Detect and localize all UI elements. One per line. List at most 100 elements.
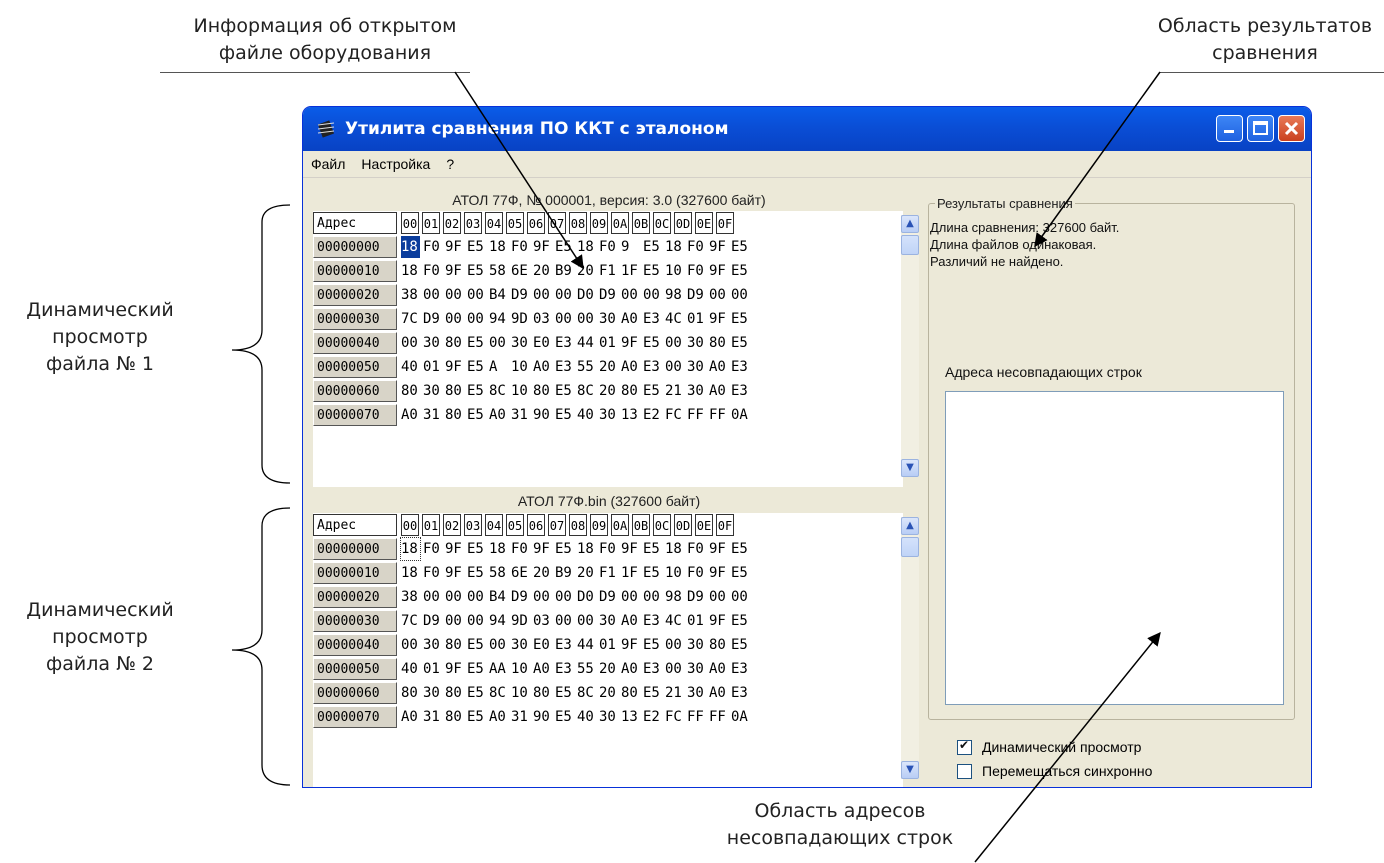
hex-byte-cell[interactable]: 00 <box>731 284 750 306</box>
hex-byte-cell[interactable]: E3 <box>731 682 750 704</box>
menu-settings[interactable]: Настройка <box>353 156 438 172</box>
sync-move-checkbox[interactable]: Перемещаться синхронно <box>957 763 1152 779</box>
hex-byte-cell[interactable]: E5 <box>643 260 662 282</box>
column-header[interactable]: 0F <box>716 514 734 536</box>
hex-byte-cell[interactable]: D9 <box>423 308 442 330</box>
column-header[interactable]: 04 <box>485 212 503 234</box>
hex-byte-cell[interactable]: 80 <box>401 682 420 704</box>
address-cell[interactable]: 00000000 <box>313 538 397 560</box>
hex-byte-cell[interactable]: D9 <box>599 586 618 608</box>
hex-byte-cell[interactable]: 44 <box>577 634 596 656</box>
hex-byte-cell[interactable]: 30 <box>423 332 442 354</box>
hex-byte-cell[interactable]: 9F <box>445 562 464 584</box>
hex-byte-cell[interactable]: 31 <box>511 404 530 426</box>
hex-byte-cell[interactable]: 18 <box>665 538 684 560</box>
hex-byte-cell[interactable]: 6E <box>511 562 530 584</box>
hex-byte-cell[interactable]: E5 <box>555 380 574 402</box>
column-header[interactable]: 08 <box>569 514 587 536</box>
hex-byte-cell[interactable]: 20 <box>577 562 596 584</box>
hex-byte-cell[interactable]: 4C <box>665 610 684 632</box>
hex-byte-cell[interactable]: 30 <box>599 308 618 330</box>
hex-byte-cell[interactable]: 9D <box>511 308 530 330</box>
hex-byte-cell[interactable]: 40 <box>401 658 420 680</box>
hex-byte-cell[interactable]: 31 <box>423 706 442 728</box>
address-cell[interactable]: 00000060 <box>313 682 397 704</box>
column-header[interactable]: 00 <box>401 514 419 536</box>
hex-byte-cell[interactable]: 30 <box>687 356 706 378</box>
hex-byte-cell[interactable]: F0 <box>511 236 530 258</box>
hex-byte-cell[interactable]: D0 <box>577 284 596 306</box>
column-header[interactable]: 02 <box>443 514 461 536</box>
hex-byte-cell[interactable]: E5 <box>555 236 574 258</box>
address-cell[interactable]: 00000040 <box>313 634 397 656</box>
hex-byte-cell[interactable]: 94 <box>489 610 508 632</box>
hex-byte-cell[interactable]: A0 <box>621 658 640 680</box>
hex-byte-cell[interactable]: 00 <box>577 308 596 330</box>
hex-byte-cell[interactable]: A0 <box>401 404 420 426</box>
hex-byte-cell[interactable]: 21 <box>665 380 684 402</box>
hex-byte-cell[interactable]: 00 <box>665 356 684 378</box>
address-cell[interactable]: 00000040 <box>313 332 397 354</box>
hex-byte-cell[interactable]: 80 <box>445 380 464 402</box>
hex-byte-cell[interactable]: 1F <box>621 562 640 584</box>
hex-byte-cell[interactable]: 9F <box>709 260 728 282</box>
chevron-down-icon[interactable]: ▼ <box>901 761 919 779</box>
hex-byte-cell[interactable]: E5 <box>555 538 574 560</box>
hex-byte-cell[interactable]: 00 <box>555 610 574 632</box>
hex-byte-cell[interactable]: 10 <box>665 260 684 282</box>
hex-byte-cell[interactable]: E5 <box>555 404 574 426</box>
hex-byte-cell[interactable]: 9F <box>445 260 464 282</box>
hex-byte-cell[interactable]: 9F <box>445 356 464 378</box>
hex-byte-cell[interactable]: E5 <box>467 236 486 258</box>
hex-byte-cell[interactable]: 00 <box>665 634 684 656</box>
hex-byte-cell[interactable]: 18 <box>489 538 508 560</box>
column-header[interactable]: 04 <box>485 514 503 536</box>
column-header[interactable]: 0A <box>611 212 629 234</box>
hex-byte-cell[interactable]: F0 <box>423 538 442 560</box>
hex-byte-cell[interactable]: 58 <box>489 562 508 584</box>
address-cell[interactable]: 00000050 <box>313 658 397 680</box>
hex-byte-cell[interactable]: 30 <box>423 634 442 656</box>
hex-byte-cell[interactable]: 30 <box>687 332 706 354</box>
hex-byte-cell[interactable]: B4 <box>489 284 508 306</box>
hex-byte-cell[interactable]: 00 <box>709 586 728 608</box>
column-header[interactable]: 0F <box>716 212 734 234</box>
hex-byte-cell[interactable]: 1F <box>621 260 640 282</box>
address-cell[interactable]: 00000050 <box>313 356 397 378</box>
hex-byte-cell[interactable]: 00 <box>555 284 574 306</box>
hex-byte-cell[interactable]: E3 <box>731 356 750 378</box>
hex-byte-cell[interactable]: D0 <box>577 586 596 608</box>
hex-byte-cell[interactable]: F0 <box>687 538 706 560</box>
hex-byte-cell[interactable]: 00 <box>709 284 728 306</box>
hex-byte-cell[interactable]: 30 <box>423 682 442 704</box>
column-header[interactable]: 08 <box>569 212 587 234</box>
hex-byte-cell[interactable]: 30 <box>599 706 618 728</box>
hex-byte-cell[interactable]: 00 <box>445 610 464 632</box>
hex-byte-cell[interactable]: 01 <box>599 634 618 656</box>
hex-byte-cell[interactable]: 9F <box>445 236 464 258</box>
column-header[interactable]: 06 <box>527 212 545 234</box>
hex-byte-cell[interactable]: 01 <box>423 356 442 378</box>
column-header[interactable]: 0B <box>632 212 650 234</box>
hex-byte-cell[interactable]: 01 <box>687 610 706 632</box>
hex-byte-cell[interactable]: 98 <box>665 586 684 608</box>
hex-byte-cell[interactable]: 7C <box>401 610 420 632</box>
hex-byte-cell[interactable]: 40 <box>577 706 596 728</box>
column-header[interactable]: 0E <box>695 514 713 536</box>
hex-byte-cell[interactable]: 9 <box>621 236 640 258</box>
hex-byte-cell[interactable]: 00 <box>423 586 442 608</box>
hex-byte-cell[interactable]: D9 <box>511 284 530 306</box>
hex-byte-cell[interactable]: A0 <box>709 380 728 402</box>
hex-byte-cell[interactable]: 90 <box>533 706 552 728</box>
hex-byte-cell[interactable]: 00 <box>445 308 464 330</box>
hex-byte-cell[interactable]: B9 <box>555 260 574 282</box>
hex-byte-cell[interactable]: 58 <box>489 260 508 282</box>
hex-byte-cell[interactable]: 18 <box>665 236 684 258</box>
hex-byte-cell[interactable]: E5 <box>467 682 486 704</box>
hex-byte-cell[interactable]: 80 <box>533 380 552 402</box>
hex-byte-cell[interactable]: 38 <box>401 586 420 608</box>
column-header[interactable]: 07 <box>548 212 566 234</box>
hex-byte-cell[interactable]: 30 <box>511 332 530 354</box>
hex-byte-cell[interactable]: 10 <box>665 562 684 584</box>
hex-byte-cell[interactable]: D9 <box>599 284 618 306</box>
